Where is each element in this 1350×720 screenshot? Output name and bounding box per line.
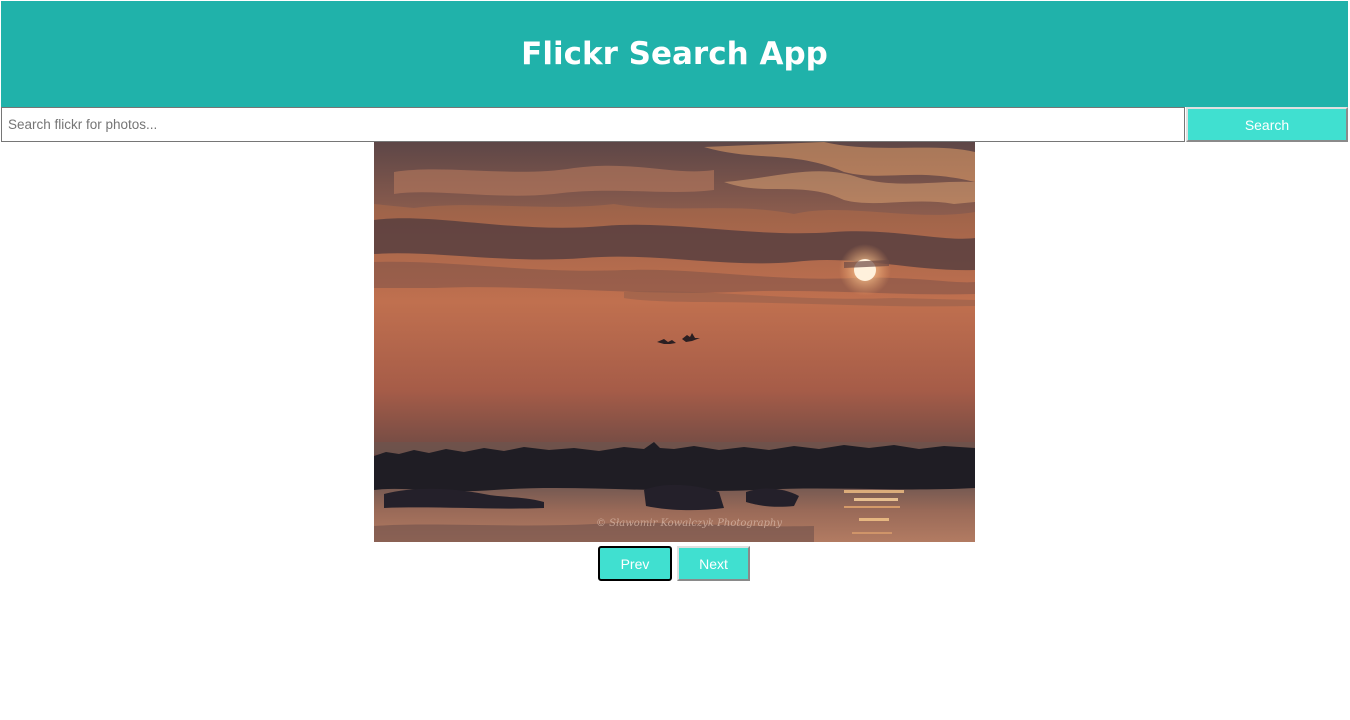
next-button[interactable]: Next <box>677 546 750 581</box>
photo-display: © Sławomir Kowalczyk Photography <box>374 142 975 542</box>
sunset-photo: © Sławomir Kowalczyk Photography <box>374 142 975 542</box>
app-title: Flickr Search App <box>521 36 828 72</box>
app-root: Flickr Search App Search flickr for phot… <box>0 0 1350 720</box>
app-header: Flickr Search App <box>1 1 1348 107</box>
search-input[interactable] <box>1 107 1185 142</box>
prev-button[interactable]: Prev <box>598 546 672 581</box>
search-bar: Search <box>1 107 1349 142</box>
search-button[interactable]: Search <box>1186 107 1348 142</box>
photo-watermark: © Sławomir Kowalczyk Photography <box>596 518 782 529</box>
pagination-controls: Prev Next <box>598 546 758 582</box>
